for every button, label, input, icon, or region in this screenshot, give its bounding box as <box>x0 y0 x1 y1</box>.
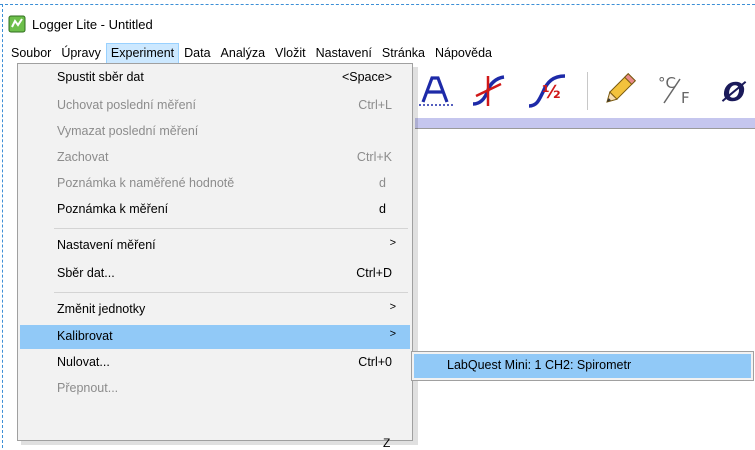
menu-item-label: Poznámka k naměřené hodnotě <box>57 176 235 190</box>
menu-item-label: Vymazat poslední měření <box>57 124 199 138</box>
toolbar-separator <box>587 72 588 110</box>
submenu-item-labquest-spirometr[interactable]: LabQuest Mini: 1 CH2: Spirometr <box>414 354 751 378</box>
text-annotation-icon[interactable] <box>415 66 457 114</box>
submenu-arrow-icon: > <box>389 301 396 313</box>
menu-item-shortcut: d <box>379 176 386 190</box>
menu-vlozit[interactable]: Vložit <box>270 43 311 64</box>
menu-stranka[interactable]: Stránka <box>377 43 430 64</box>
submenu-arrow-icon: > <box>389 328 396 340</box>
zero-glyph: Ø <box>721 78 747 108</box>
menu-data[interactable]: Data <box>179 43 215 64</box>
menu-nastaveni[interactable]: Nastavení <box>311 43 377 64</box>
graph-header-strip <box>415 118 755 128</box>
selection-border-left <box>2 4 3 448</box>
menu-item-label: Kalibrovat <box>57 329 113 343</box>
zero-icon[interactable]: Ø <box>717 66 755 114</box>
menu-item-poznamka-k-namerene-hodnote: Poznámka k naměřené hodnotě d <box>20 172 410 196</box>
menu-item-vymazat-posledni-mereni: Vymazat poslední měření <box>20 120 410 144</box>
menu-item-shortcut: Ctrl+K <box>356 150 392 164</box>
menu-item-label: Poznámka k měření <box>57 202 169 216</box>
menu-item-nulovat[interactable]: Nulovat... Ctrl+0 <box>20 351 410 375</box>
unit-f-label: F <box>681 89 690 107</box>
menu-item-shortcut: Ctrl+D <box>356 266 392 280</box>
graph-area[interactable] <box>415 128 755 449</box>
menu-separator <box>54 228 408 229</box>
toolbar: ½ °C F Ø <box>415 66 755 116</box>
menu-item-poznamka-k-mereni[interactable]: Poznámka k měření d <box>20 198 410 222</box>
menu-item-zachovat: Zachovat Ctrl+K <box>20 146 410 170</box>
pencil-icon[interactable] <box>597 66 641 114</box>
menu-experiment[interactable]: Experiment <box>105 42 180 64</box>
menu-item-uchovat-posledni-mereni: Uchovat poslední měření Ctrl+L <box>20 94 410 118</box>
selection-border-top <box>0 4 755 5</box>
menu-item-nastaveni-mereni[interactable]: Nastavení měření > <box>20 234 410 258</box>
menu-item-label: Nulovat... <box>57 355 110 369</box>
menu-item-shortcut: Ctrl+0 <box>358 355 392 369</box>
logger-lite-app-icon <box>8 15 26 33</box>
menu-separator <box>54 292 408 293</box>
menu-item-prepnout: Přepnout... <box>20 377 410 401</box>
window-title: Logger Lite - Untitled <box>32 16 153 32</box>
menu-item-zmenit-jednotky[interactable]: Změnit jednotky > <box>20 298 410 322</box>
tangent-icon[interactable] <box>465 66 511 114</box>
menu-item-label: Sběr dat... <box>57 266 115 280</box>
menu-bar: Soubor Úpravy Experiment Data Analýza Vl… <box>6 42 497 64</box>
menu-upravy[interactable]: Úpravy <box>56 43 106 64</box>
menu-item-label: Přepnout... <box>57 381 119 395</box>
submenu-arrow-icon: > <box>389 237 396 249</box>
temperature-unit-icon[interactable]: °C F <box>651 66 703 114</box>
menu-item-sber-dat[interactable]: Sběr dat... Ctrl+D <box>20 262 410 286</box>
menu-item-label: Uchovat poslední měření <box>57 98 196 112</box>
menu-item-shortcut: Ctrl+L <box>358 98 392 112</box>
submenu-item-label: LabQuest Mini: 1 CH2: Spirometr <box>447 358 632 372</box>
menu-item-shortcut: d <box>379 202 386 216</box>
menu-item-shortcut: <Space> <box>341 70 392 84</box>
menu-item-label: Spustit sběr dat <box>57 70 144 84</box>
integral-icon[interactable]: ½ <box>523 66 573 114</box>
menu-analyza[interactable]: Analýza <box>216 43 270 64</box>
title-bar: Logger Lite - Untitled <box>8 13 153 35</box>
fraction-glyph: ½ <box>542 82 561 103</box>
menu-item-label: Změnit jednotky <box>57 302 146 316</box>
menu-soubor[interactable]: Soubor <box>6 43 56 64</box>
menu-item-label: Nastavení měření <box>57 238 156 252</box>
menu-item-spustit-sber-dat[interactable]: Spustit sběr dat <Space> <box>20 66 410 90</box>
menu-item-label: Zachovat <box>57 150 109 164</box>
menu-napoveda[interactable]: Nápověda <box>430 43 497 64</box>
kalibrovat-submenu: LabQuest Mini: 1 CH2: Spirometr <box>411 351 754 381</box>
experiment-dropdown-menu: Spustit sběr dat <Space> Uchovat posledn… <box>17 63 413 441</box>
menu-item-kalibrovat[interactable]: Kalibrovat > <box>20 325 410 349</box>
